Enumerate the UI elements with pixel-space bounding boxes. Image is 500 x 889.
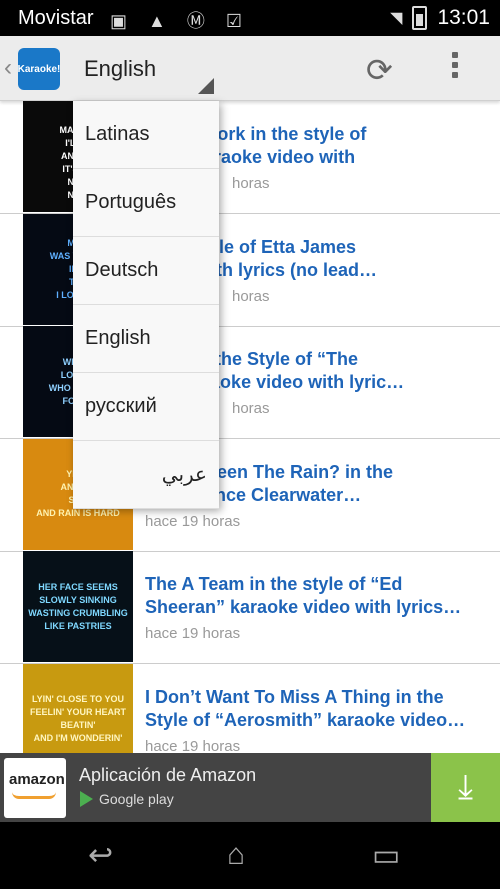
thumbnail-caption: FEELIN' YOUR HEART bbox=[30, 707, 126, 717]
thumbnail-caption: LYIN' CLOSE TO YOU bbox=[32, 694, 124, 704]
nav-bar: ↩ ⌂ ▭ bbox=[0, 822, 500, 889]
language-dropdown: Latinas Português Deutsch English русский عرب… bbox=[73, 101, 219, 509]
thumbnail-caption: HER FACE SEEMS bbox=[38, 581, 118, 592]
dropdown-option[interactable]: English bbox=[73, 305, 219, 373]
status-bar: Movistar ▣ ▲ Ⓜ ☑ ◥ 13:01 bbox=[0, 0, 500, 36]
battery-icon bbox=[412, 6, 428, 30]
list-item[interactable]: HER FACE SEEMS SLOWLY SINKING WASTING CRUM… bbox=[0, 551, 500, 664]
thumbnail-caption: AND I'M WONDERIN' bbox=[33, 733, 123, 743]
app-logo[interactable]: Karaoke! bbox=[18, 48, 60, 90]
action-bar: ‹ Karaoke! English ⟳ bbox=[0, 36, 500, 101]
video-title[interactable]: I Don’t Want To Miss A Thing in the bbox=[145, 686, 480, 709]
recents-nav-icon[interactable]: ▭ bbox=[372, 838, 400, 873]
back-nav-icon[interactable]: ↩ bbox=[88, 838, 113, 873]
dropdown-option[interactable]: Deutsch bbox=[73, 237, 219, 305]
thumbnail-caption: WASTING CRUMBLING bbox=[28, 607, 128, 618]
video-time: horas bbox=[232, 400, 270, 417]
video-title[interactable]: The A Team in the style of “Ed bbox=[145, 573, 480, 596]
video-time: horas bbox=[232, 175, 270, 192]
home-nav-icon[interactable]: ⌂ bbox=[227, 838, 245, 872]
dropdown-triangle-icon[interactable] bbox=[198, 78, 214, 94]
video-time: horas bbox=[232, 287, 270, 305]
video-time: hace 19 horas bbox=[145, 625, 241, 642]
google-play-badge: Google play bbox=[80, 791, 174, 807]
carrier-label: Movistar bbox=[18, 7, 94, 29]
thumbnail-caption: LIKE PASTRIES bbox=[44, 620, 112, 631]
language-selector[interactable]: English bbox=[84, 56, 156, 82]
video-title[interactable]: Style of “Aerosmith” karaoke video… bbox=[145, 709, 480, 732]
list-item[interactable]: LYIN' CLOSE TO YOU FEELIN' YOUR HEART BEAT… bbox=[0, 663, 500, 754]
thumbnail-caption: SLOWLY SINKING bbox=[39, 594, 117, 605]
amazon-logo: amazon bbox=[4, 758, 66, 818]
notification-icons: ▣ ▲ Ⓜ ☑ bbox=[110, 11, 250, 31]
video-time: hace 19 horas bbox=[145, 512, 241, 530]
overflow-menu-icon[interactable] bbox=[452, 52, 458, 82]
wifi-icon: ◥ bbox=[390, 10, 403, 27]
ad-title: Aplicación de Amazon bbox=[79, 765, 257, 785]
chevron-left-icon[interactable]: ‹ bbox=[4, 54, 12, 82]
clock: 13:01 bbox=[437, 6, 490, 29]
ad-banner[interactable]: amazon Aplicación de Amazon Google play … bbox=[0, 753, 500, 822]
video-thumbnail[interactable]: HER FACE SEEMS SLOWLY SINKING WASTING CRUM… bbox=[23, 551, 133, 662]
refresh-icon[interactable]: ⟳ bbox=[366, 51, 393, 89]
dropdown-option[interactable]: Latinas bbox=[73, 101, 219, 169]
dropdown-option[interactable]: عربي bbox=[73, 441, 219, 509]
dropdown-option[interactable]: русский bbox=[73, 373, 219, 441]
thumbnail-caption: BEATIN' bbox=[60, 720, 96, 730]
video-time: hace 19 horas bbox=[145, 737, 241, 754]
video-title[interactable]: Sheeran” karaoke video with lyrics… bbox=[145, 596, 480, 619]
play-store-icon bbox=[80, 791, 93, 807]
video-thumbnail[interactable]: LYIN' CLOSE TO YOU FEELIN' YOUR HEART BEAT… bbox=[23, 663, 133, 753]
dropdown-option[interactable]: Português bbox=[73, 169, 219, 237]
download-icon[interactable]: ⤓ bbox=[431, 753, 500, 822]
